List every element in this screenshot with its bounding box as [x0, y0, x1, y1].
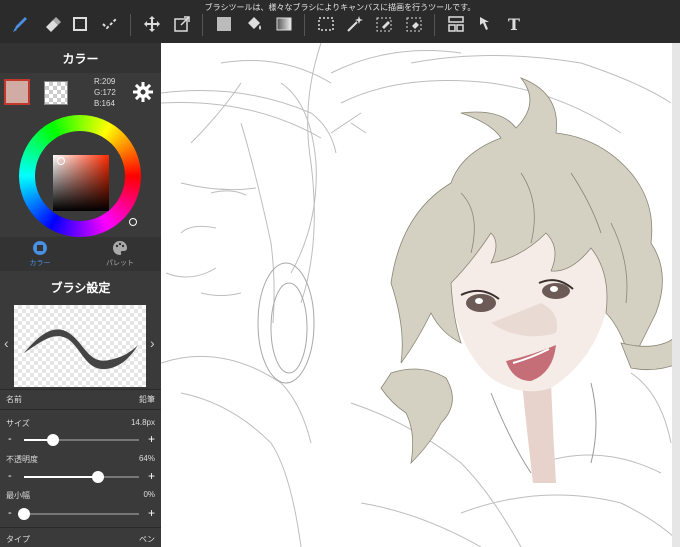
prev-brush-icon[interactable]: ‹	[4, 335, 9, 351]
tab-color[interactable]: カラー	[0, 237, 80, 271]
artwork	[161, 43, 680, 547]
type-label: タイプ	[6, 535, 30, 544]
tab-palette[interactable]: パレット	[80, 237, 160, 271]
opacity-label: 不透明度	[6, 455, 38, 464]
min-width-decrease-button[interactable]: -	[8, 507, 12, 519]
brush-settings-title: ブラシ設定	[0, 273, 161, 301]
canvas-scrollbar[interactable]	[672, 43, 680, 547]
brush-type-row[interactable]: タイプ ペン	[0, 531, 161, 547]
min-width-label: 最小幅	[6, 491, 30, 500]
color-tabs: カラー パレット	[0, 237, 161, 271]
size-decrease-button[interactable]: -	[8, 433, 12, 445]
name-label: 名前	[6, 395, 22, 404]
min-width-slider[interactable]: - +	[0, 505, 161, 523]
sub-color-swatch[interactable]	[44, 81, 68, 105]
shape-tool-icon[interactable]	[68, 12, 92, 36]
rect-select-tool-icon[interactable]	[314, 12, 338, 36]
brush-name-row[interactable]: 名前 鉛筆	[0, 391, 161, 407]
type-value: ペン	[139, 535, 155, 544]
toolbar-divider	[130, 14, 131, 36]
palette-icon	[113, 241, 127, 255]
brush-stroke-preview	[14, 305, 146, 387]
min-width-slider-knob[interactable]	[18, 508, 30, 520]
min-width-row: 最小幅 0%	[0, 487, 161, 503]
rgb-b: B:164	[94, 99, 115, 108]
color-row: R:209 G:172 B:164	[0, 73, 161, 111]
opacity-slider[interactable]: - +	[0, 468, 161, 486]
sv-marker[interactable]	[57, 157, 65, 165]
gradient-tool-icon[interactable]	[272, 12, 296, 36]
cursor-tool-icon[interactable]	[474, 12, 498, 36]
min-width-increase-button[interactable]: +	[148, 506, 155, 520]
fill-color-icon[interactable]	[212, 12, 236, 36]
main-color-swatch[interactable]	[4, 79, 30, 105]
top-toolbar: ブラシツールは、様々なブラシによりキャンバスに描画を行うツールです。 T	[0, 0, 680, 43]
rgb-r: R:209	[94, 77, 116, 86]
brush-tool-icon[interactable]	[8, 12, 32, 36]
layout-tool-icon[interactable]	[444, 12, 468, 36]
size-increase-button[interactable]: +	[148, 432, 155, 446]
eraser-tool-icon[interactable]	[40, 12, 64, 36]
bucket-tool-icon[interactable]	[242, 12, 266, 36]
transform-tool-icon[interactable]	[170, 12, 194, 36]
hue-marker[interactable]	[129, 218, 137, 226]
toolbar-divider	[304, 14, 305, 36]
size-row: サイズ 14.8px	[0, 415, 161, 431]
left-panel: カラー R:209 G:172 B:164 カラー パレット ブラシ設定 ‹ ›…	[0, 43, 161, 547]
name-value: 鉛筆	[139, 395, 155, 404]
text-tool-icon[interactable]: T	[502, 12, 526, 36]
toolbar-divider	[434, 14, 435, 36]
select-brush-tool-icon[interactable]	[98, 12, 122, 36]
opacity-slider-knob[interactable]	[91, 471, 104, 483]
size-value: 14.8px	[130, 418, 155, 427]
opacity-increase-button[interactable]: +	[148, 469, 155, 483]
move-tool-icon[interactable]	[140, 12, 164, 36]
drawing-canvas[interactable]	[161, 43, 680, 547]
color-wheel-area	[0, 111, 161, 237]
select-pen-tool-icon[interactable]	[372, 12, 396, 36]
opacity-decrease-button[interactable]: -	[8, 470, 12, 482]
size-slider[interactable]: - +	[0, 431, 161, 449]
toolbar-divider	[202, 14, 203, 36]
opacity-value: 64%	[138, 454, 155, 463]
gear-icon[interactable]	[132, 81, 154, 103]
select-eraser-tool-icon[interactable]	[402, 12, 426, 36]
size-label: サイズ	[6, 419, 30, 428]
opacity-row: 不透明度 64%	[0, 451, 161, 467]
rgb-readout: R:209 G:172 B:164	[94, 76, 116, 109]
size-slider-knob[interactable]	[46, 434, 59, 446]
min-width-value: 0%	[143, 490, 155, 499]
next-brush-icon[interactable]: ›	[150, 335, 155, 351]
rgb-g: G:172	[94, 88, 116, 97]
magic-wand-tool-icon[interactable]	[342, 12, 366, 36]
color-tab-icon	[33, 241, 47, 255]
color-panel-title: カラー	[0, 43, 161, 73]
